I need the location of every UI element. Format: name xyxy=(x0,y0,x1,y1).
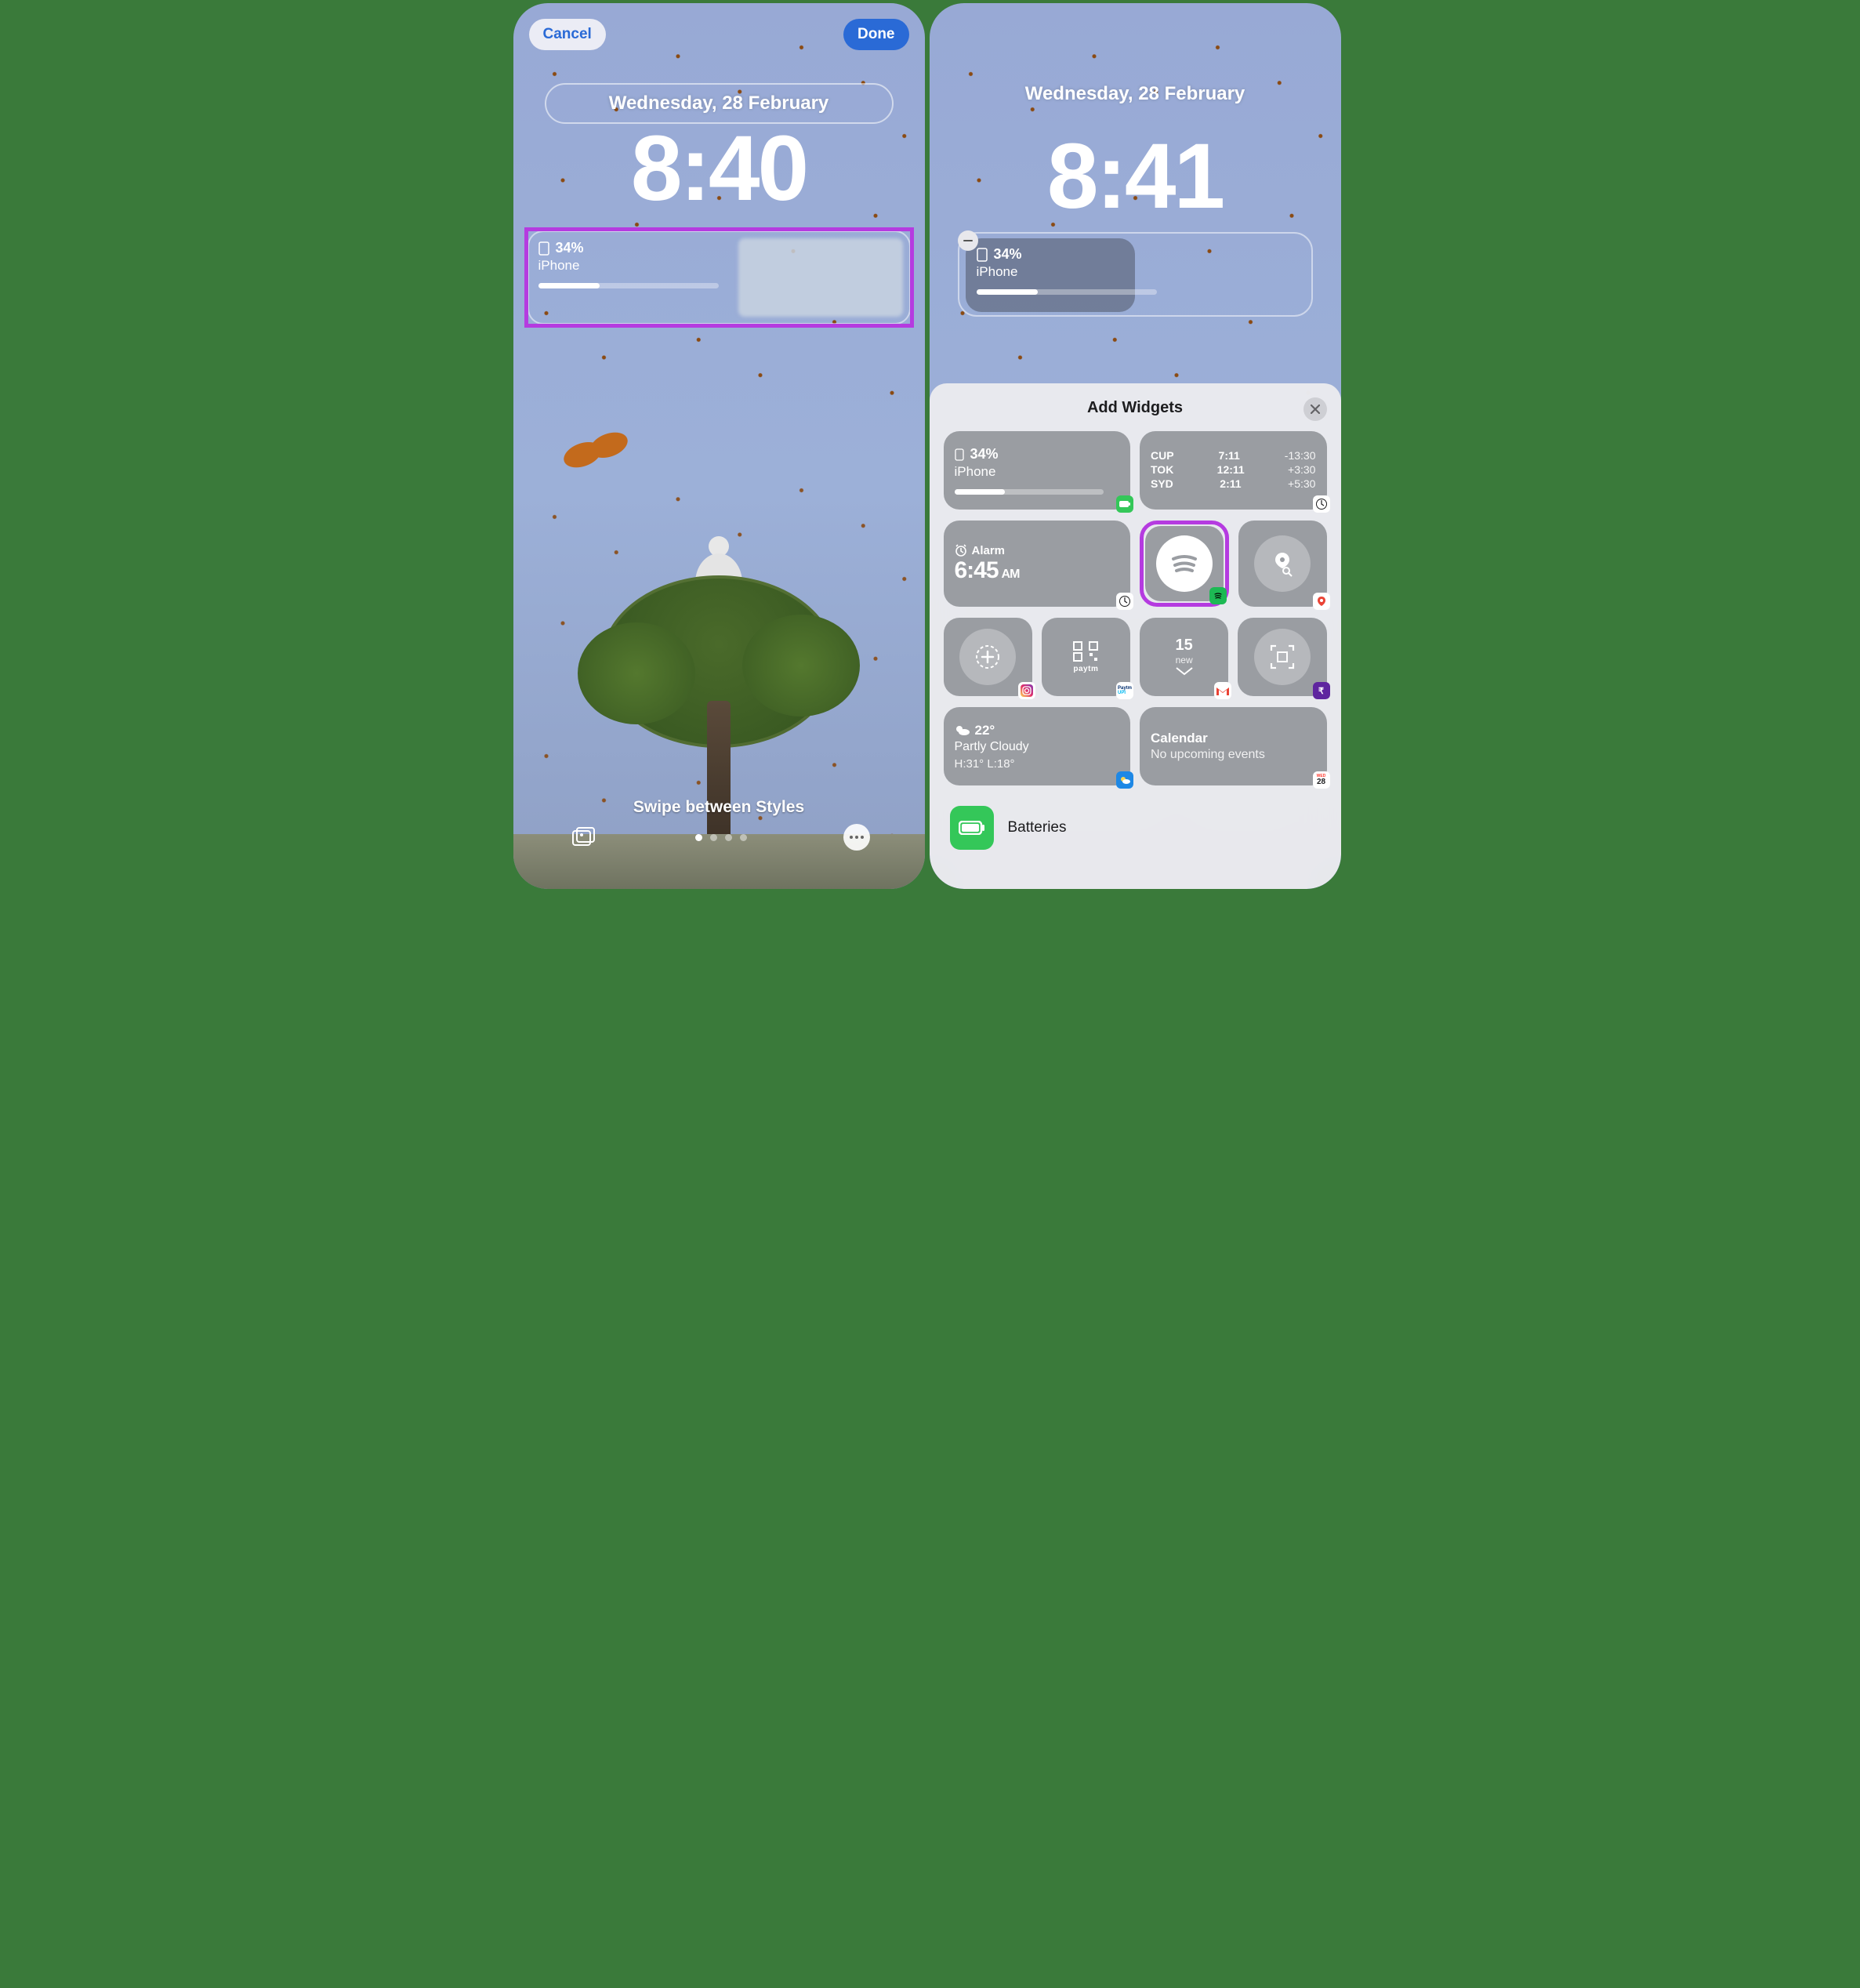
done-button[interactable]: Done xyxy=(843,19,909,50)
batteries-list-icon xyxy=(950,806,994,850)
widget-suggestion-maps-search[interactable] xyxy=(1238,521,1327,607)
widget-suggestion-phonepe-scan[interactable]: ₹ xyxy=(1238,618,1326,696)
instagram-app-badge xyxy=(1018,682,1035,699)
widget-suggestion-calendar[interactable]: Calendar No upcoming events WED 28 xyxy=(1140,707,1327,785)
widget-suggestion-battery[interactable]: 34% iPhone xyxy=(944,431,1131,510)
close-icon xyxy=(1311,404,1320,414)
lockscreen-editor: Cancel Done Wednesday, 28 February 8:40 … xyxy=(513,3,925,889)
tutorial-highlight-spotify xyxy=(1140,521,1229,607)
battery-device: iPhone xyxy=(955,464,1120,480)
phonepe-app-badge: ₹ xyxy=(1313,682,1330,699)
battery-widget-placed[interactable]: 34% iPhone xyxy=(966,238,1135,312)
widget-suggestion-weather[interactable]: 22° Partly Cloudy H:31° L:18° xyxy=(944,707,1131,785)
style-pager-dots[interactable] xyxy=(695,834,747,841)
battery-percent: 34% xyxy=(970,446,999,463)
gmail-app-badge xyxy=(1214,682,1231,699)
batteries-list-label: Batteries xyxy=(1008,819,1067,836)
phone-icon xyxy=(977,248,988,262)
location-search-icon xyxy=(1268,550,1296,578)
widget-suggestion-alarm[interactable]: Alarm 6:45AM xyxy=(944,521,1130,607)
add-widgets-sheet: Add Widgets 34% iPhone CUP7:11-13:30 xyxy=(930,383,1341,889)
remove-widget-button[interactable] xyxy=(958,230,978,251)
clock-app-badge xyxy=(1313,495,1330,513)
lockscreen-add-widgets: Wednesday, 28 February 8:41 34% iPhone A… xyxy=(930,3,1341,889)
close-sheet-button[interactable] xyxy=(1303,397,1327,421)
qr-icon xyxy=(1072,640,1099,662)
paytm-upi-app-badge: PaytmUPI xyxy=(1116,682,1133,699)
cancel-button[interactable]: Cancel xyxy=(529,19,606,50)
widget-suggestion-instagram-create[interactable] xyxy=(944,618,1032,696)
plus-dashed-icon xyxy=(974,644,1001,670)
tutorial-highlight xyxy=(524,227,914,328)
scan-qr-icon xyxy=(1268,643,1296,671)
time-label[interactable]: 8:40 xyxy=(513,122,925,215)
battery-device: iPhone xyxy=(977,264,1124,280)
widget-app-batteries[interactable]: Batteries xyxy=(944,801,1327,854)
time-label[interactable]: 8:41 xyxy=(930,130,1341,223)
battery-bar xyxy=(977,289,1157,295)
widget-suggestion-worldclock[interactable]: CUP7:11-13:30 TOK12:11+3:30 SYD2:11+5:30 xyxy=(1140,431,1327,510)
spotify-icon xyxy=(1167,546,1202,581)
clock-app-badge xyxy=(1116,593,1133,610)
spotify-app-badge xyxy=(1209,587,1227,604)
widget-suggestion-spotify[interactable] xyxy=(1145,526,1224,601)
battery-percent: 34% xyxy=(994,246,1022,263)
date-widget-slot[interactable]: Wednesday, 28 February xyxy=(961,83,1310,105)
swipe-hint: Swipe between Styles xyxy=(513,798,925,817)
alarm-icon xyxy=(955,544,967,557)
date-label: Wednesday, 28 February xyxy=(546,93,892,114)
weather-app-badge xyxy=(1116,771,1133,789)
date-label: Wednesday, 28 February xyxy=(961,83,1310,105)
google-maps-app-badge xyxy=(1313,593,1330,610)
mail-icon xyxy=(1176,667,1193,678)
battery-bar xyxy=(955,489,1104,495)
calendar-app-badge: WED 28 xyxy=(1313,771,1330,789)
wallpaper-gallery-button[interactable] xyxy=(568,822,600,853)
phone-icon xyxy=(955,448,964,461)
more-options-button[interactable] xyxy=(843,824,870,851)
sheet-title: Add Widgets xyxy=(1087,399,1183,416)
batteries-app-badge xyxy=(1116,495,1133,513)
partly-cloudy-icon xyxy=(955,724,970,737)
widget-suggestion-paytm-qr[interactable]: paytm PaytmUPI xyxy=(1042,618,1130,696)
widget-suggestion-gmail[interactable]: 15 new xyxy=(1140,618,1228,696)
